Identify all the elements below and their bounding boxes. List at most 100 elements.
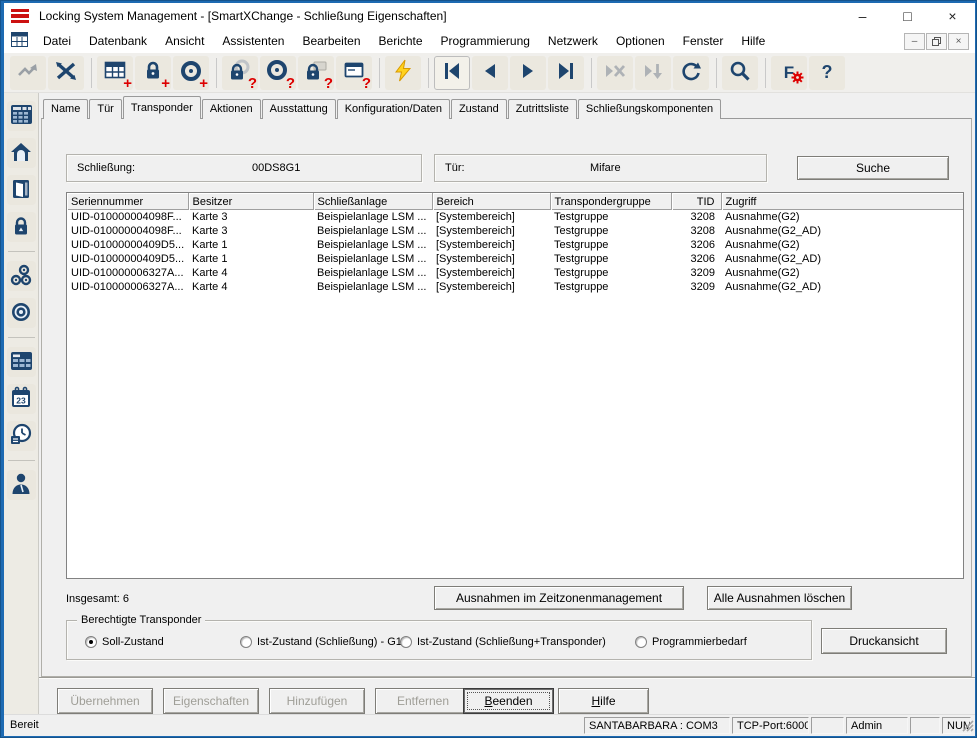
table-row[interactable]: UID-010000006327A... Karte 4 Beispielanlag… bbox=[67, 280, 963, 294]
tuer-value: Mifare bbox=[590, 162, 621, 174]
column-bereich[interactable]: Bereich bbox=[432, 193, 551, 210]
filter-settings-button[interactable]: F bbox=[771, 55, 807, 90]
minimize-icon[interactable]: – bbox=[840, 3, 885, 29]
sidebar-matrix-small-button[interactable] bbox=[6, 347, 36, 377]
next-record-button[interactable] bbox=[510, 55, 546, 90]
menu-ansicht[interactable]: Ansicht bbox=[156, 31, 213, 51]
sidebar-lock-button[interactable] bbox=[6, 212, 36, 242]
menu-datenbank[interactable]: Datenbank bbox=[80, 31, 156, 51]
radio-icon bbox=[400, 636, 412, 648]
sidebar-time-plan-button[interactable] bbox=[6, 421, 36, 451]
toolbar-separator bbox=[428, 57, 429, 88]
total-count-label: Insgesamt: 6 bbox=[66, 593, 129, 605]
eigenschaften-button[interactable]: Eigenschaften bbox=[163, 688, 259, 714]
read-lock-g1-button[interactable]: ? bbox=[298, 55, 334, 91]
menu-fenster[interactable]: Fenster bbox=[674, 31, 733, 51]
entfernen-button[interactable]: Entfernen bbox=[375, 688, 471, 714]
tab-zutrittsliste[interactable]: Zutrittsliste bbox=[507, 99, 577, 119]
sidebar-transponder-group-button[interactable] bbox=[6, 261, 36, 291]
druckansicht-button[interactable]: Druckansicht bbox=[821, 628, 947, 654]
close-icon[interactable]: × bbox=[930, 3, 975, 29]
table-row[interactable]: UID-010000004098F... Karte 3 Beispielanlag… bbox=[67, 210, 963, 224]
status-bar: Bereit SANTABARBARA : COM3 TCP-Port:6000… bbox=[4, 714, 975, 736]
table-row[interactable]: UID-010000006327A... Karte 4 Beispielanlag… bbox=[67, 266, 963, 280]
last-record-button[interactable] bbox=[548, 55, 584, 90]
read-transponder-button[interactable]: ? bbox=[260, 55, 296, 91]
uebernehmen-button[interactable]: Übernehmen bbox=[57, 688, 153, 714]
column-tid[interactable]: TID bbox=[671, 193, 722, 210]
menu-hilfe[interactable]: Hilfe bbox=[732, 31, 774, 51]
menu-assistenten[interactable]: Assistenten bbox=[213, 31, 293, 51]
table-header-row: Seriennummer Besitzer Schließanlage Bere… bbox=[67, 193, 963, 210]
new-locking-system-button[interactable]: + bbox=[97, 55, 133, 91]
menu-berichte[interactable]: Berichte bbox=[370, 31, 432, 51]
toolbar-separator bbox=[765, 57, 766, 88]
hinzufuegen-button[interactable]: Hinzufügen bbox=[269, 688, 365, 714]
next-record-icon bbox=[517, 60, 539, 85]
zeitzonenmanagement-button[interactable]: Ausnahmen im Zeitzonenmanagement bbox=[434, 586, 684, 610]
table-row[interactable]: UID-01000000409D5... Karte 1 Beispielanlag… bbox=[67, 252, 963, 266]
help-button[interactable]: ? bbox=[809, 55, 845, 90]
record-remove-button[interactable] bbox=[597, 55, 633, 90]
beenden-button[interactable]: Beenden bbox=[463, 688, 554, 714]
menu-bearbeiten[interactable]: Bearbeiten bbox=[293, 31, 369, 51]
table-row[interactable]: UID-01000000409D5... Karte 1 Beispielanlag… bbox=[67, 238, 963, 252]
read-lock-button[interactable]: ? bbox=[222, 55, 258, 91]
first-record-button[interactable] bbox=[434, 55, 470, 90]
tab-zustand[interactable]: Zustand bbox=[450, 99, 507, 119]
menu-datei[interactable]: Datei bbox=[34, 31, 80, 51]
program-button[interactable] bbox=[385, 55, 421, 90]
sidebar-person-button[interactable] bbox=[6, 470, 36, 500]
record-apply-button[interactable] bbox=[635, 55, 671, 90]
radio-soll-zustand[interactable]: Soll-Zustand bbox=[85, 636, 164, 648]
tab-transponder[interactable]: Transponder bbox=[122, 96, 201, 119]
radio-ist-zustand-transponder[interactable]: Ist-Zustand (Schließung+Transponder) bbox=[400, 636, 606, 648]
menu-programmierung[interactable]: Programmierung bbox=[432, 31, 539, 51]
disconnect-button[interactable] bbox=[48, 55, 84, 90]
radio-programmierbedarf[interactable]: Programmierbedarf bbox=[635, 636, 747, 648]
tab-konfiguration-daten[interactable]: Konfiguration/Daten bbox=[336, 99, 450, 119]
tab-name[interactable]: Name bbox=[43, 99, 89, 119]
table-cell: Testgruppe bbox=[554, 281, 609, 293]
connect-button[interactable] bbox=[10, 55, 46, 90]
hilfe-button[interactable]: Hilfe bbox=[558, 688, 649, 714]
sidebar-building-button[interactable] bbox=[6, 138, 36, 168]
column-schliessanlage[interactable]: Schließanlage bbox=[313, 193, 433, 210]
toolbar: + + + ? ? ? ? F ? bbox=[4, 53, 975, 93]
tab-ausstattung[interactable]: Ausstattung bbox=[261, 99, 336, 119]
refresh-button[interactable] bbox=[673, 55, 709, 90]
suche-button[interactable]: Suche bbox=[797, 156, 949, 180]
new-lock-button[interactable]: + bbox=[135, 55, 171, 91]
table-cell: 3208 bbox=[690, 225, 715, 237]
resize-grip-icon[interactable] bbox=[960, 718, 974, 735]
matrix-small-icon bbox=[10, 351, 33, 374]
column-transpondergruppe[interactable]: Transpondergruppe bbox=[550, 193, 672, 210]
sidebar-matrix-button[interactable] bbox=[6, 101, 36, 131]
column-seriennummer[interactable]: Seriennummer bbox=[67, 193, 189, 210]
previous-record-button[interactable] bbox=[472, 55, 508, 90]
maximize-icon[interactable]: □ bbox=[885, 3, 930, 29]
tab-aktionen[interactable]: Aktionen bbox=[201, 99, 261, 119]
read-network-button[interactable]: ? bbox=[336, 55, 372, 91]
sidebar-separator bbox=[7, 337, 35, 338]
sidebar-calendar-button[interactable]: 23 bbox=[6, 384, 36, 414]
sidebar-door-button[interactable] bbox=[6, 175, 36, 205]
table-cell: Testgruppe bbox=[554, 239, 609, 251]
alle-ausnahmen-loeschen-button[interactable]: Alle Ausnahmen löschen bbox=[707, 586, 852, 610]
table-cell: Ausnahme(G2_AD) bbox=[725, 281, 821, 293]
menu-netzwerk[interactable]: Netzwerk bbox=[539, 31, 607, 51]
column-zugriff[interactable]: Zugriff bbox=[721, 193, 963, 210]
mdi-close-icon[interactable]: × bbox=[948, 32, 969, 50]
new-transponder-button[interactable]: + bbox=[173, 55, 209, 91]
sidebar-transponder-button[interactable] bbox=[6, 298, 36, 328]
tab-schliessungskomponenten[interactable]: Schließungskomponenten bbox=[577, 99, 722, 119]
column-besitzer[interactable]: Besitzer bbox=[188, 193, 314, 210]
radio-ist-zustand-g1[interactable]: Ist-Zustand (Schließung) - G1 bbox=[240, 636, 402, 648]
mdi-restore-icon[interactable] bbox=[926, 32, 947, 50]
tab-tuer[interactable]: Tür bbox=[89, 99, 122, 119]
table-row[interactable]: UID-010000004098F... Karte 3 Beispielanlag… bbox=[67, 224, 963, 238]
search-button[interactable] bbox=[722, 55, 758, 90]
mdi-document-icon[interactable] bbox=[11, 32, 28, 50]
mdi-minimize-icon[interactable]: – bbox=[904, 32, 925, 50]
menu-optionen[interactable]: Optionen bbox=[607, 31, 674, 51]
